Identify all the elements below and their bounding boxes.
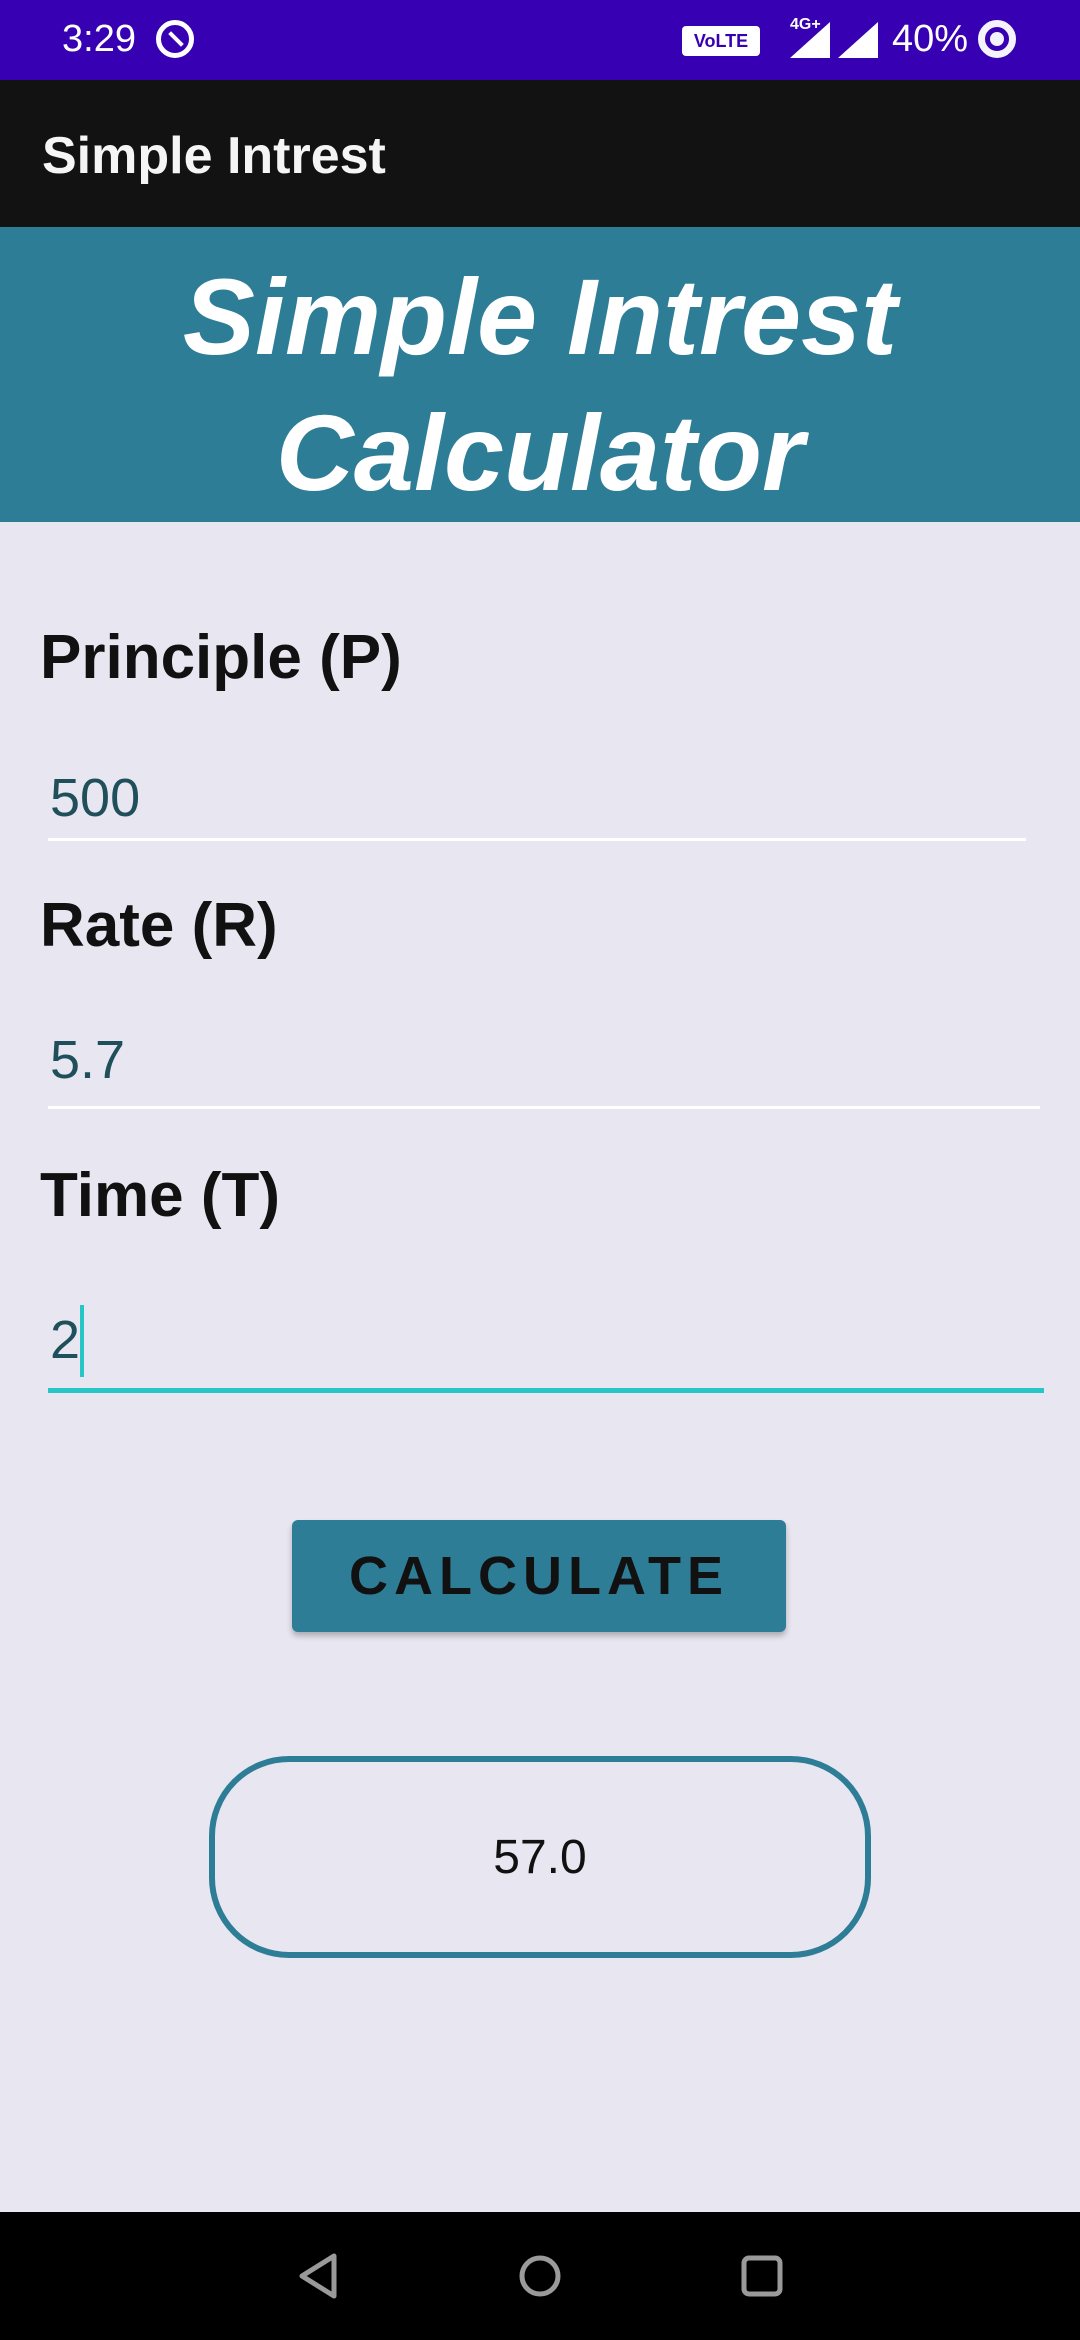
status-bar: 3:29 VoLTE 4G+ 40% bbox=[0, 0, 1080, 80]
app-title: Simple Intrest bbox=[42, 127, 386, 185]
battery-icon bbox=[978, 20, 1016, 58]
principle-label: Principle (P) bbox=[40, 623, 402, 692]
banner: Simple Intrest Calculator bbox=[0, 227, 1080, 522]
text-cursor bbox=[80, 1305, 84, 1377]
signal-icon bbox=[790, 22, 830, 58]
rate-label: Rate (R) bbox=[40, 891, 278, 960]
home-icon[interactable] bbox=[518, 2252, 562, 2300]
navigation-bar bbox=[0, 2212, 1080, 2340]
time-label: Time (T) bbox=[40, 1161, 280, 1230]
result-value: 57.0 bbox=[493, 1830, 587, 1884]
battery-percentage: 40% bbox=[892, 18, 969, 60]
calculate-button[interactable]: CALCULATE bbox=[292, 1520, 786, 1632]
time-input[interactable] bbox=[48, 1300, 1044, 1380]
principle-input[interactable] bbox=[48, 758, 1026, 838]
volte-badge: VoLTE bbox=[682, 26, 760, 56]
rate-underline bbox=[48, 1106, 1040, 1109]
recents-icon[interactable] bbox=[740, 2252, 784, 2300]
rate-input[interactable] bbox=[48, 1020, 1040, 1100]
signal-icon bbox=[838, 22, 878, 58]
data-saver-icon bbox=[156, 20, 194, 58]
principle-underline bbox=[48, 838, 1026, 841]
app-bar: Simple Intrest bbox=[0, 80, 1080, 227]
time-underline bbox=[48, 1388, 1044, 1393]
back-icon[interactable] bbox=[296, 2252, 340, 2300]
result-box: 57.0 bbox=[209, 1756, 871, 1958]
status-time: 3:29 bbox=[62, 18, 136, 60]
banner-title: Simple Intrest Calculator bbox=[182, 256, 898, 513]
